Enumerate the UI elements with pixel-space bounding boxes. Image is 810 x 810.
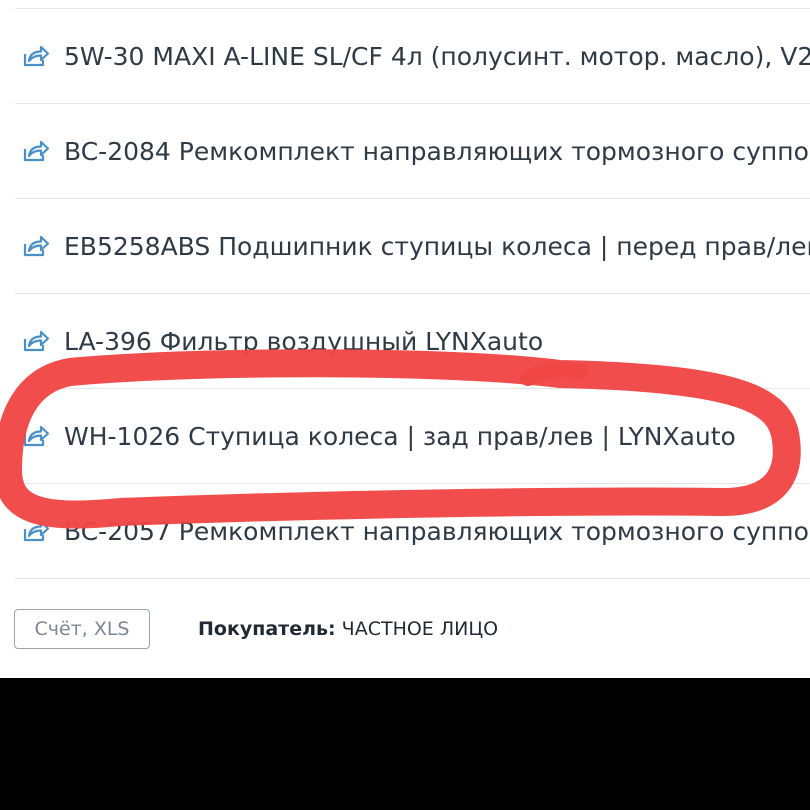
buyer-label: Покупатель: bbox=[198, 618, 336, 640]
order-item-label: BC-2084 Ремкомплект направляющих тормозн… bbox=[64, 136, 810, 166]
order-item-label: 5W-30 MAXI A-LINE SL/CF 4л (полусинт. мо… bbox=[64, 41, 810, 71]
buyer-info: Покупатель: ЧАСТНОЕ ЛИЦО bbox=[198, 618, 498, 640]
order-item[interactable]: WH-1026 Ступица колеса | зад прав/лев | … bbox=[15, 389, 810, 484]
buyer-value: ЧАСТНОЕ ЛИЦО bbox=[341, 618, 499, 640]
order-item-label: WH-1026 Ступица колеса | зад прав/лев | … bbox=[64, 421, 736, 451]
order-item[interactable]: LA-396 Фильтр воздушный LYNXauto bbox=[15, 294, 810, 389]
share-arrow-icon[interactable] bbox=[22, 518, 52, 544]
invoice-xls-button[interactable]: Счёт, XLS bbox=[14, 609, 150, 649]
order-item[interactable]: EB5258ABS Подшипник ступицы колеса | пер… bbox=[15, 199, 810, 294]
order-item-label: BC-2057 Ремкомплект направляющих тормозн… bbox=[64, 516, 810, 546]
order-item-label: EB5258ABS Подшипник ступицы колеса | пер… bbox=[64, 231, 810, 261]
order-item[interactable]: BC-2057 Ремкомплект направляющих тормозн… bbox=[15, 484, 810, 579]
order-item-label: LA-396 Фильтр воздушный LYNXauto bbox=[64, 326, 544, 356]
order-items-list: 5W-30 MAXI A-LINE SL/CF 4л (полусинт. мо… bbox=[15, 8, 810, 579]
share-arrow-icon[interactable] bbox=[22, 43, 52, 69]
order-footer: Счёт, XLS Покупатель: ЧАСТНОЕ ЛИЦО bbox=[0, 600, 810, 660]
order-item[interactable]: 5W-30 MAXI A-LINE SL/CF 4л (полусинт. мо… bbox=[15, 9, 810, 104]
order-item[interactable]: BC-2084 Ремкомплект направляющих тормозн… bbox=[15, 104, 810, 199]
order-page: 5W-30 MAXI A-LINE SL/CF 4л (полусинт. мо… bbox=[0, 0, 810, 678]
screenshot: 5W-30 MAXI A-LINE SL/CF 4л (полусинт. мо… bbox=[0, 0, 810, 810]
share-arrow-icon[interactable] bbox=[22, 233, 52, 259]
share-arrow-icon[interactable] bbox=[22, 328, 52, 354]
share-arrow-icon[interactable] bbox=[22, 423, 52, 449]
share-arrow-icon[interactable] bbox=[22, 138, 52, 164]
